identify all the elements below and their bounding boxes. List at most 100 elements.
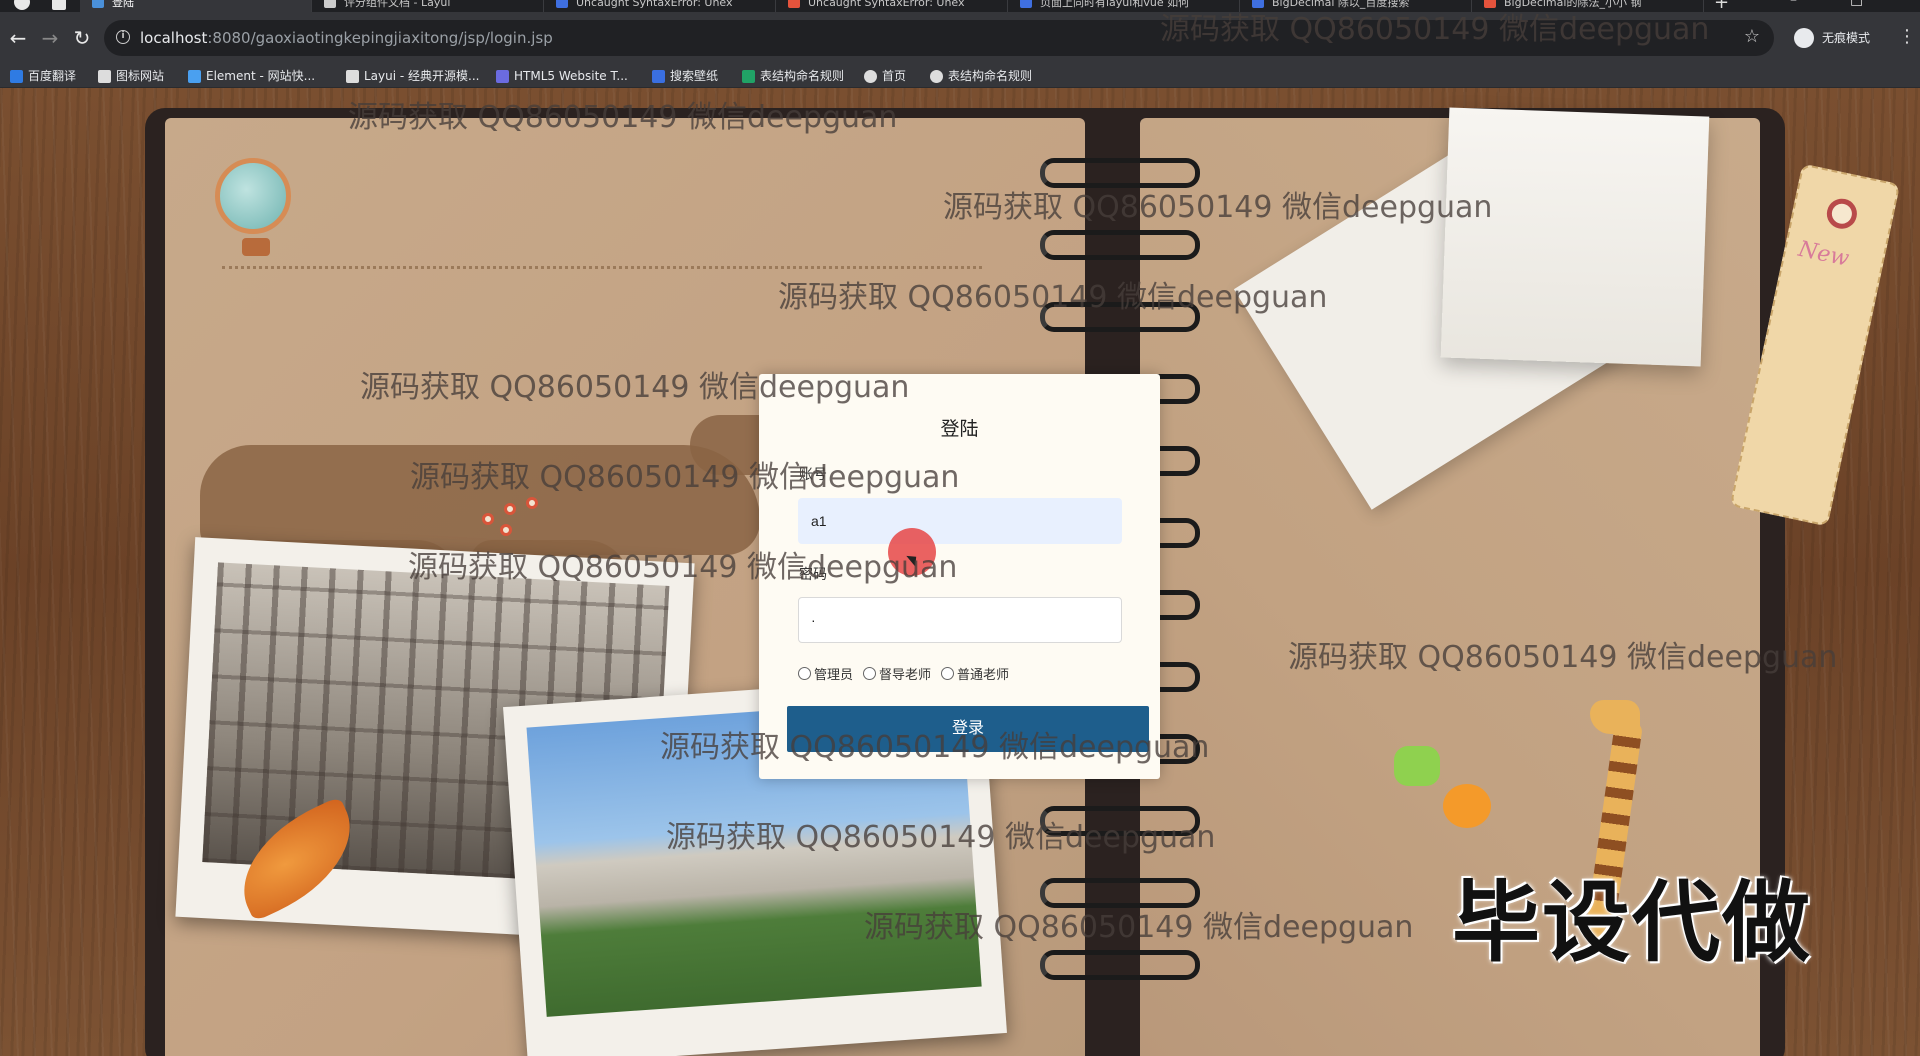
bookmark-label: 搜索壁纸 — [670, 69, 719, 83]
bookmark-label: Layui - 经典开源模... — [364, 69, 480, 83]
browser-tab[interactable]: BigDecimal 除以_百度搜索 × — [1240, 0, 1472, 12]
forward-arrow-icon[interactable]: → — [36, 24, 64, 52]
tab-title: 评分组件文档 - Layui — [344, 0, 451, 9]
spiral-ring — [1040, 950, 1200, 980]
radio-icon[interactable] — [798, 667, 811, 680]
back-arrow-icon[interactable]: ← — [4, 24, 32, 52]
spiral-ring — [1040, 878, 1200, 908]
tab-list: 登陆 × 评分组件文档 - Layui × Uncaught SyntaxErr… — [80, 0, 1704, 12]
bookmark-item[interactable]: Element - 网站快... — [188, 67, 315, 85]
browser-tab[interactable]: 页面上同时有layui和vue 如何 × — [1008, 0, 1240, 12]
paper-sheet — [1440, 107, 1710, 367]
minimize-icon[interactable]: – — [1790, 0, 1797, 8]
bookmark-item[interactable]: 图标网站 — [98, 67, 164, 85]
address-bar[interactable]: i localhost:8080/gaoxiaotingkepingjiaxit… — [104, 20, 1774, 56]
html5-icon — [496, 70, 509, 83]
login-title: 登陆 — [940, 418, 979, 440]
window-menu-icon[interactable] — [52, 0, 66, 10]
bookmark-item[interactable]: 搜索壁纸 — [652, 67, 718, 85]
tab-favicon-icon — [324, 0, 336, 8]
spiral-ring — [1040, 158, 1200, 188]
password-label: 密码 — [799, 567, 827, 583]
promo-text: 毕设代做 — [1452, 871, 1813, 974]
element-logo-icon — [188, 70, 201, 83]
bookmark-item[interactable]: 表结构命名规则 — [930, 67, 1032, 85]
bookmark-label: 首页 — [882, 69, 907, 83]
login-button[interactable]: 登录 — [787, 706, 1149, 752]
browser-tab-strip: 登陆 × 评分组件文档 - Layui × Uncaught SyntaxErr… — [0, 0, 1920, 12]
bookmark-label: 图标网站 — [116, 69, 165, 83]
browser-tab[interactable]: Uncaught SyntaxError: Unex × — [544, 0, 776, 12]
map-pin — [526, 497, 538, 509]
chat-bubble-icon — [1443, 784, 1491, 828]
giraffe-head — [1590, 700, 1640, 734]
dotted-divider — [222, 266, 982, 269]
tab-title: 登陆 — [112, 0, 134, 9]
bookmark-label: HTML5 Website T... — [514, 69, 628, 83]
bookmark-item[interactable]: Layui - 经典开源模... — [346, 67, 479, 85]
bookmark-item[interactable]: 首页 — [864, 67, 906, 85]
incognito-icon — [1794, 28, 1814, 48]
tab-favicon-icon — [1020, 0, 1032, 8]
site-info-icon[interactable]: i — [116, 30, 130, 44]
world-map — [200, 445, 760, 555]
role-label: 普通老师 — [957, 668, 1010, 683]
map-pin — [500, 524, 512, 536]
chat-bubble-icon — [1394, 746, 1440, 786]
incognito-label: 无痕模式 — [1822, 31, 1871, 45]
tab-title: 页面上同时有layui和vue 如何 — [1040, 0, 1190, 9]
tab-favicon-icon — [556, 0, 568, 8]
reload-icon[interactable]: ↻ — [68, 24, 96, 52]
incognito-badge[interactable]: 无痕模式 — [1792, 26, 1870, 50]
browser-tab[interactable]: Uncaught SyntaxError: Unex × — [776, 0, 1008, 12]
username-input[interactable] — [798, 498, 1122, 544]
globe-icon — [215, 158, 291, 234]
role-radio-supervisor[interactable]: 督导老师 — [863, 664, 931, 683]
bookmark-item[interactable]: 表结构命名规则 — [742, 67, 844, 85]
map-pin — [504, 503, 516, 515]
browser-logo-icon — [14, 0, 30, 10]
role-radio-teacher[interactable]: 普通老师 — [941, 664, 1009, 683]
translate-icon — [10, 70, 23, 83]
tab-title: Uncaught SyntaxError: Unex — [576, 0, 733, 9]
bookmark-label: Element - 网站快... — [206, 69, 316, 83]
tab-favicon-icon — [1252, 0, 1264, 8]
role-radio-admin[interactable]: 管理员 — [798, 664, 853, 683]
spiral-ring — [1040, 230, 1200, 260]
map-pin — [482, 513, 494, 525]
bookmark-item[interactable]: 百度翻译 — [10, 67, 76, 85]
url-text: localhost:8080/gaoxiaotingkepingjiaxiton… — [140, 29, 553, 47]
bookmark-star-icon[interactable]: ☆ — [1744, 26, 1760, 47]
password-input[interactable] — [798, 597, 1122, 643]
login-dialog: 登陆 账号 密码 管理员 督导老师 普通老师 登录 — [759, 374, 1160, 779]
new-tab-plus-icon[interactable]: + — [1714, 0, 1729, 12]
tab-favicon-icon — [1484, 0, 1496, 8]
browser-tab[interactable]: 评分组件文档 - Layui × — [312, 0, 544, 12]
layui-logo-icon — [346, 70, 359, 83]
browser-tab[interactable]: 登陆 × — [80, 0, 312, 12]
browser-tab[interactable]: BigDecimal的除法_小小 钢 × — [1472, 0, 1704, 12]
bookmark-item[interactable]: HTML5 Website T... — [496, 67, 628, 85]
sheet-icon — [742, 70, 755, 83]
bookmark-label: 表结构命名规则 — [760, 69, 845, 83]
globe-icon — [864, 70, 877, 83]
tab-title: BigDecimal的除法_小小 钢 — [1504, 0, 1642, 9]
tab-title: Uncaught SyntaxError: Unex — [808, 0, 965, 9]
url-host: localhost — [140, 29, 208, 47]
search-logo-icon — [652, 70, 665, 83]
role-label: 督导老师 — [879, 668, 932, 683]
maximize-icon[interactable]: □ — [1850, 0, 1863, 8]
address-toolbar: ← → ↻ i localhost:8080/gaoxiaotingkeping… — [0, 12, 1920, 64]
username-label: 账号 — [799, 467, 827, 483]
globe-stand — [242, 238, 270, 256]
tag-label: New — [1796, 236, 1852, 272]
url-path: :8080/gaoxiaotingkepingjiaxitong/jsp/log… — [207, 29, 553, 47]
bookmark-label: 表结构命名规则 — [948, 69, 1033, 83]
browser-menu-icon[interactable]: ⋮ — [1898, 26, 1916, 47]
tab-favicon-icon — [92, 0, 104, 8]
radio-icon[interactable] — [941, 667, 955, 680]
tab-title: BigDecimal 除以_百度搜索 — [1272, 0, 1410, 9]
tag-ring — [1824, 195, 1860, 232]
role-radio-group: 管理员 督导老师 普通老师 — [798, 664, 1009, 683]
radio-icon[interactable] — [863, 667, 877, 680]
